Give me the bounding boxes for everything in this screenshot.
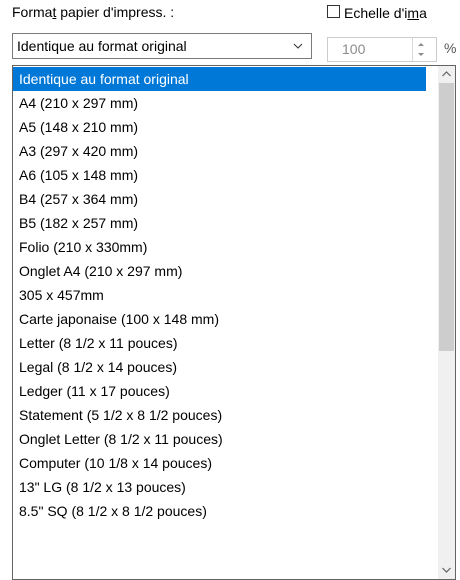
scroll-up-button[interactable] xyxy=(438,66,455,83)
paper-format-combobox[interactable]: Identique au format original xyxy=(12,33,312,59)
dropdown-option[interactable]: Folio (210 x 330mm) xyxy=(13,235,426,259)
scale-checkbox[interactable] xyxy=(327,5,340,18)
paper-format-label: Format papier d'impress. : xyxy=(12,4,175,20)
dropdown-option[interactable]: A5 (148 x 210 mm) xyxy=(13,115,426,139)
scale-label: Echelle d'ima xyxy=(344,5,427,21)
dropdown-option[interactable]: B4 (257 x 364 mm) xyxy=(13,187,426,211)
dropdown-option[interactable]: Letter (8 1/2 x 11 pouces) xyxy=(13,331,426,355)
chevron-down-icon[interactable] xyxy=(293,41,303,51)
paper-format-dropdown[interactable]: Identique au format original A4 (210 x 2… xyxy=(12,65,456,580)
dropdown-option[interactable]: Ledger (11 x 17 pouces) xyxy=(13,379,426,403)
label-mnemonic: m xyxy=(407,5,420,21)
scroll-down-arrow-icon xyxy=(442,567,451,573)
spin-up-icon[interactable] xyxy=(413,38,429,49)
scale-spin-buttons[interactable] xyxy=(412,38,429,61)
dropdown-option[interactable]: Identique au format original xyxy=(13,67,426,91)
scale-unit: % xyxy=(444,40,457,56)
scroll-up-arrow-icon xyxy=(442,71,451,77)
dropdown-option[interactable]: Carte japonaise (100 x 148 mm) xyxy=(13,307,426,331)
spin-down-icon[interactable] xyxy=(413,50,429,61)
combobox-value: Identique au format original xyxy=(17,38,187,54)
dropdown-option[interactable]: 305 x 457mm xyxy=(13,283,426,307)
dropdown-option-list: Identique au format original A4 (210 x 2… xyxy=(13,67,426,523)
dropdown-option[interactable]: B5 (182 x 257 mm) xyxy=(13,211,426,235)
dropdown-scrollbar[interactable] xyxy=(438,66,455,579)
dropdown-option[interactable]: A4 (210 x 297 mm) xyxy=(13,91,426,115)
dropdown-option[interactable]: Statement (5 1/2 x 8 1/2 pouces) xyxy=(13,403,426,427)
dropdown-option[interactable]: Computer (10 1/8 x 14 pouces) xyxy=(13,451,426,475)
scroll-thumb[interactable] xyxy=(439,83,454,351)
dropdown-option[interactable]: Onglet A4 (210 x 297 mm) xyxy=(13,259,426,283)
dropdown-option[interactable]: 13" LG (8 1/2 x 13 pouces) xyxy=(13,475,426,499)
dropdown-option[interactable]: Legal (8 1/2 x 14 pouces) xyxy=(13,355,426,379)
dropdown-option[interactable]: Onglet Letter (8 1/2 x 11 pouces) xyxy=(13,427,426,451)
scroll-down-button[interactable] xyxy=(438,562,455,579)
dropdown-option[interactable]: A3 (297 x 420 mm) xyxy=(13,139,426,163)
scale-value: 100 xyxy=(342,41,366,57)
dropdown-option[interactable]: 8.5" SQ (8 1/2 x 8 1/2 pouces) xyxy=(13,499,426,523)
dropdown-option[interactable]: A6 (105 x 148 mm) xyxy=(13,163,426,187)
